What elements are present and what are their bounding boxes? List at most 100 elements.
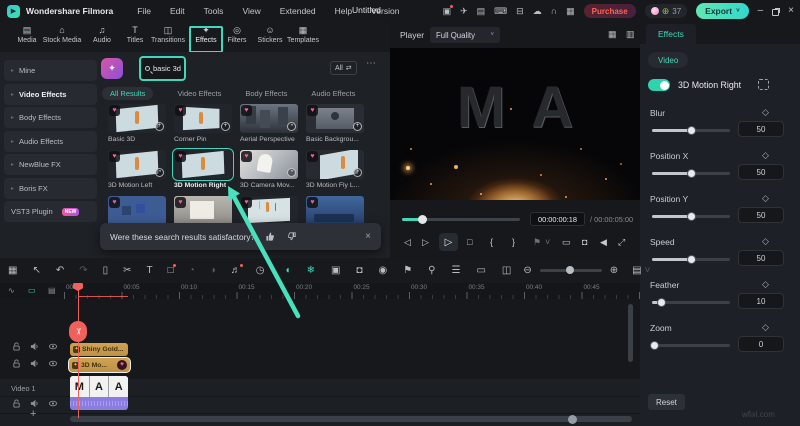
favorite-heart-icon[interactable]: ♥ xyxy=(109,197,120,208)
menu-file[interactable]: File xyxy=(137,6,151,16)
menu-view[interactable]: View xyxy=(242,6,260,16)
chevron-down-icon[interactable]: ˅ xyxy=(545,238,550,247)
slider-track[interactable] xyxy=(652,125,730,135)
timeline-ruler[interactable]: 00:0000:0500:1000:1500:2000:2500:3000:35… xyxy=(64,283,640,299)
crop-icon[interactable]: □ xyxy=(168,263,176,276)
slider-handle[interactable] xyxy=(687,211,696,221)
next-frame-button[interactable]: ▷ xyxy=(422,238,429,247)
effect-item-basic-3d[interactable]: ♥ + Basic 3D xyxy=(108,104,166,143)
tab-stickers[interactable]: ☺ Stickers xyxy=(258,25,283,44)
slider-value[interactable]: 0 xyxy=(738,336,784,352)
effect-thumbnail[interactable]: ♥ xyxy=(240,196,298,225)
effect-enable-toggle[interactable] xyxy=(648,79,670,91)
favorite-heart-icon[interactable]: ♥ xyxy=(307,197,318,208)
mute-track-icon[interactable] xyxy=(30,359,39,368)
snapshot-icon[interactable]: ◘ xyxy=(356,265,362,276)
stop-button[interactable]: □ xyxy=(467,238,472,247)
menu-help[interactable]: Help xyxy=(335,6,352,16)
slider-handle[interactable] xyxy=(649,340,659,350)
tab-transitions[interactable]: ◫ Transitions xyxy=(151,25,185,44)
audio-stretch-icon[interactable]: ♬ xyxy=(231,263,243,276)
mute-track-icon[interactable] xyxy=(30,399,39,408)
close-icon[interactable]: × xyxy=(365,231,371,242)
undo-icon[interactable]: ↶ xyxy=(56,265,64,276)
restore-button[interactable] xyxy=(772,8,780,16)
slider-value[interactable]: 50 xyxy=(738,250,784,266)
thumbs-up-icon[interactable] xyxy=(265,231,276,242)
add-track-button[interactable]: + xyxy=(30,408,36,420)
effect-item-3d-motion-fly-l[interactable]: ♥ ◔ 3D Motion Fly L... xyxy=(306,150,364,189)
playback-scrubber[interactable] xyxy=(402,215,520,224)
more-options-button[interactable]: ⋯ xyxy=(366,58,376,69)
tab-stock-media[interactable]: ⌂ Stock Media xyxy=(43,25,82,44)
sidebar-item-audio-effects[interactable]: ▸ Audio Effects xyxy=(4,130,97,152)
tab-media[interactable]: ▤ Media xyxy=(17,25,36,44)
slider-track[interactable] xyxy=(652,254,730,264)
reset-button[interactable]: Reset xyxy=(648,394,685,410)
cloud-icon[interactable]: ☁ xyxy=(533,6,542,16)
purchase-button[interactable]: Purchase xyxy=(583,4,636,18)
display-device-button[interactable]: ▭ xyxy=(562,238,571,247)
track-height-icon[interactable]: ▤ xyxy=(632,265,641,276)
fullscreen-button[interactable]: ⤢ xyxy=(618,238,625,247)
mute-track-icon[interactable] xyxy=(30,342,39,351)
zoom-slider-handle[interactable] xyxy=(565,266,574,275)
split-playhead-button[interactable]: ✂ xyxy=(69,321,87,342)
effect-item-basic-backgrou[interactable]: ♥ + Basic Backgrou... xyxy=(306,104,364,143)
tab-effects[interactable]: ✦ Effects xyxy=(195,25,216,44)
render-marker-button[interactable]: ⚑ xyxy=(533,238,541,247)
subtab-video[interactable]: Video xyxy=(648,52,689,68)
slider-track[interactable] xyxy=(649,340,730,350)
scrollbar-handle[interactable] xyxy=(568,414,577,424)
voiceover-icon[interactable]: ⚲ xyxy=(428,265,435,276)
slider-handle[interactable] xyxy=(656,297,666,307)
media-browser-icon[interactable]: ▦ xyxy=(8,265,17,276)
timer-icon[interactable]: ◷ xyxy=(256,265,265,276)
mark-in-button[interactable]: { xyxy=(490,238,493,247)
menu-extended[interactable]: Extended xyxy=(280,6,316,16)
effect-thumbnail[interactable]: ♥ xyxy=(306,196,364,225)
slider-track[interactable] xyxy=(652,211,730,221)
mark-out-button[interactable]: } xyxy=(512,238,515,247)
support-icon[interactable]: ∩ xyxy=(551,6,557,16)
sidebar-item-boris-fx[interactable]: ▸ Boris FX xyxy=(4,177,97,199)
sidebar-item-body-effects[interactable]: ▸ Body Effects xyxy=(4,107,97,128)
adjustment-icon[interactable]: ☰ xyxy=(451,265,460,276)
keyframe-icon[interactable]: ◇ xyxy=(762,236,769,247)
keyframe-icon[interactable]: ◇ xyxy=(762,150,769,161)
add-effect-icon[interactable]: + xyxy=(155,122,164,131)
effect-thumbnail[interactable]: ♥ + xyxy=(174,104,232,133)
invoice-icon[interactable]: ▤ xyxy=(477,6,486,16)
favorite-heart-icon[interactable]: ♥ xyxy=(109,105,120,116)
add-effect-icon[interactable]: + xyxy=(221,122,230,131)
zoom-in-icon[interactable]: ⊕ xyxy=(610,265,618,276)
favorite-heart-icon[interactable]: ♥ xyxy=(307,105,318,116)
effect-thumbnail[interactable]: ♥ ◔ xyxy=(240,150,298,179)
auto-ripple-icon[interactable]: ▭ xyxy=(28,287,36,295)
effect-thumbnail[interactable]: ♥ ◔ xyxy=(240,104,298,133)
ai-effects-icon[interactable]: ✦ xyxy=(101,58,123,79)
mute-button[interactable]: ◀ xyxy=(600,238,607,247)
zoom-slider[interactable] xyxy=(539,266,602,275)
snapshot-button[interactable]: ◘ xyxy=(582,238,587,247)
slider-handle[interactable] xyxy=(687,254,696,264)
hide-track-icon[interactable] xyxy=(48,399,58,408)
video-preview[interactable]: MA xyxy=(390,48,640,200)
horizontal-scrollbar[interactable] xyxy=(70,414,632,424)
multi-view-icon[interactable]: ▦ xyxy=(608,30,617,39)
prev-frame-button[interactable]: ◁ xyxy=(404,238,411,247)
play-button[interactable]: ▷ xyxy=(439,233,458,251)
thumbs-down-icon[interactable] xyxy=(286,231,297,242)
vertical-scrollbar[interactable] xyxy=(628,304,633,362)
device-icon[interactable]: ⌨ xyxy=(494,6,507,16)
effect-item-3d-motion-right[interactable]: ♥ 3D Motion Right xyxy=(172,148,234,189)
favorite-heart-icon[interactable]: ♥ xyxy=(307,151,318,162)
effect-thumbnail[interactable]: ♥ ◔ xyxy=(306,150,364,179)
effect-thumbnail[interactable]: ♥ xyxy=(174,196,232,225)
tab-audio[interactable]: ♫ Audio xyxy=(93,25,111,44)
favorite-heart-icon[interactable]: ♥ xyxy=(175,105,186,116)
effect-item-3d-motion-left[interactable]: ♥ ◔ 3D Motion Left xyxy=(108,150,166,189)
effect-thumbnail[interactable]: ♥ ◔ xyxy=(108,150,166,179)
menu-tools[interactable]: Tools xyxy=(204,6,224,16)
slider-track[interactable] xyxy=(652,168,730,178)
